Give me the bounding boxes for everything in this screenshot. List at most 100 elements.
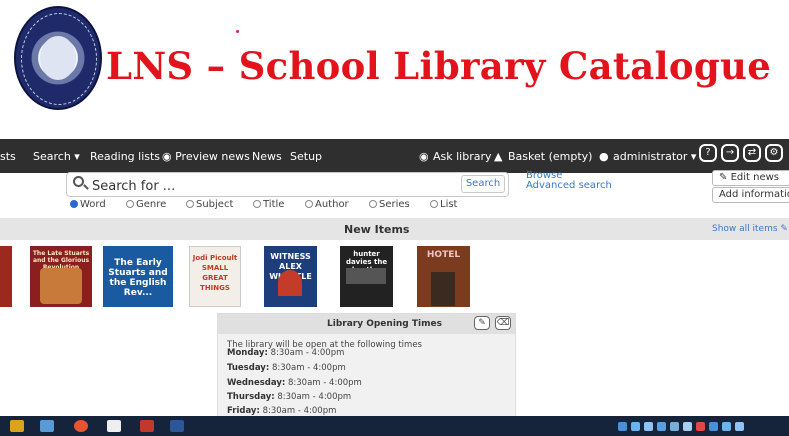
radio-label: Genre <box>136 199 167 210</box>
book-cover[interactable]: WITNESS ALEX WHEATLE <box>264 246 317 307</box>
tray-icon[interactable] <box>631 422 640 431</box>
radio-off-icon <box>369 200 377 208</box>
tray-icon[interactable] <box>709 422 718 431</box>
accessibility-icon[interactable]: ⚙ <box>765 144 783 162</box>
day-label: Monday: <box>227 348 268 358</box>
radio-label: Word <box>80 199 106 210</box>
radio-label: Series <box>379 199 410 210</box>
logo-emblem <box>40 36 76 80</box>
radio-off-icon <box>253 200 261 208</box>
file-explorer-icon[interactable] <box>10 420 24 432</box>
cover-art <box>346 268 386 284</box>
radio-genre[interactable]: Genre <box>126 199 166 210</box>
radio-series[interactable]: Series <box>369 199 410 210</box>
nav-item-lists[interactable]: sts <box>0 150 16 163</box>
show-all-label: Show all items <box>712 224 778 234</box>
user-icon: ● <box>599 150 609 163</box>
book-cover[interactable]: Jodi Picoult SMALL GREAT THINGS <box>189 246 241 307</box>
day-label: Tuesday: <box>227 363 270 373</box>
radio-label: Subject <box>196 199 234 210</box>
pencil-icon[interactable]: ✎ <box>474 316 490 330</box>
book-cover-title: The Early Stuarts and the English Rev... <box>108 258 168 298</box>
radio-label: List <box>440 199 458 210</box>
tray-icon[interactable] <box>644 422 653 431</box>
switch-icon[interactable]: ⇄ <box>743 144 761 162</box>
radio-on-icon <box>70 200 78 208</box>
nav-item-reading-lists[interactable]: Reading lists <box>90 150 160 163</box>
radio-label: Title <box>263 199 285 210</box>
help-icon[interactable]: ? <box>699 144 717 162</box>
search-input[interactable] <box>90 176 454 196</box>
nav-ask-library[interactable]: Ask library <box>433 150 492 163</box>
book-cover-title: Jodi Picoult SMALL GREAT THINGS <box>192 254 238 292</box>
wifi-icon[interactable] <box>722 422 731 431</box>
opening-day-thursday: Thursday: 8:30am - 4:00pm <box>227 392 351 402</box>
search-icon <box>73 176 84 187</box>
day-label: Wednesday: <box>227 378 286 388</box>
book-cover-title: HOTEL <box>426 250 461 260</box>
radio-label: Author <box>315 199 349 210</box>
book-cover[interactable]: HOTEL <box>417 246 470 307</box>
radio-off-icon <box>186 200 194 208</box>
radio-off-icon <box>305 200 313 208</box>
add-information-button[interactable]: Add informatio <box>712 187 789 203</box>
day-hours: 8:30am - 4:00pm <box>270 348 345 358</box>
login-icon[interactable]: → <box>721 144 739 162</box>
show-all-link[interactable]: Show all items ✎ <box>712 224 788 234</box>
new-items-heading: New Items <box>344 223 410 236</box>
book-cover[interactable]: hunter davies the beatles <box>340 246 393 307</box>
nav-basket[interactable]: Basket (empty) <box>508 150 592 163</box>
chrome-icon[interactable] <box>74 420 88 432</box>
day-hours: 8:30am - 4:00pm <box>271 363 346 373</box>
radio-subject[interactable]: Subject <box>186 199 233 210</box>
opening-times-title: Library Opening Times <box>327 319 442 329</box>
word-icon[interactable] <box>170 420 184 432</box>
opening-day-friday: Friday: 8:30am - 4:00pm <box>227 406 336 416</box>
nav-item-preview-news[interactable]: ◉ Preview news <box>162 150 250 163</box>
nav-item-setup[interactable]: Setup <box>290 150 322 163</box>
day-hours: 8:30am - 4:00pm <box>277 392 352 402</box>
tray-icon[interactable] <box>618 422 627 431</box>
tray-icon[interactable] <box>670 422 679 431</box>
trash-icon[interactable]: ⌫ <box>495 316 511 330</box>
day-label: Thursday: <box>227 392 275 402</box>
advanced-search-link[interactable]: Advanced search <box>526 180 612 191</box>
radio-title[interactable]: Title <box>253 199 284 210</box>
nav-item-news[interactable]: News <box>252 150 282 163</box>
page: LNS – School Library Catalogue sts Searc… <box>0 0 789 436</box>
tray-icon[interactable] <box>683 422 692 431</box>
pencil-icon: ✎ <box>780 224 788 234</box>
radio-word[interactable]: Word <box>70 199 106 210</box>
cover-art <box>431 272 455 306</box>
day-label: Friday: <box>227 406 260 416</box>
radio-author[interactable]: Author <box>305 199 349 210</box>
day-hours: 8:30am - 4:00pm <box>288 378 362 388</box>
nav-user-menu[interactable]: administrator ▾ <box>613 150 696 163</box>
opening-day-monday: Monday: 8:30am - 4:00pm <box>227 348 344 358</box>
radio-list[interactable]: List <box>430 199 457 210</box>
day-hours: 8:30am - 4:00pm <box>262 406 337 416</box>
book-cover[interactable]: The Early Stuarts and the English Rev... <box>103 246 173 307</box>
nav-item-search[interactable]: Search ▾ <box>33 150 80 163</box>
opening-day-tuesday: Tuesday: 8:30am - 4:00pm <box>227 363 346 373</box>
app-icon[interactable] <box>40 420 54 432</box>
tray-icon[interactable] <box>696 422 705 431</box>
pencil-icon: ✎ <box>719 172 731 183</box>
tray-icon[interactable] <box>657 422 666 431</box>
search-button[interactable]: Search <box>461 175 505 193</box>
volume-icon[interactable] <box>735 422 744 431</box>
decor-dot <box>236 30 239 33</box>
app-icon[interactable] <box>107 420 121 432</box>
edit-news-label: Edit news <box>730 172 779 183</box>
app-icon[interactable] <box>140 420 154 432</box>
school-logo <box>14 6 102 110</box>
book-cover-partial[interactable] <box>0 246 12 307</box>
ask-library-icon: ◉ <box>419 150 429 163</box>
top-nav: sts Search ▾ Reading lists ◉ Preview new… <box>0 139 789 173</box>
radio-off-icon <box>430 200 438 208</box>
edit-news-button[interactable]: ✎ Edit news <box>712 170 789 186</box>
cover-art <box>40 268 82 304</box>
book-cover[interactable]: The Late Stuarts and the Glorious Revolu… <box>30 246 92 307</box>
opening-day-wednesday: Wednesday: 8:30am - 4:00pm <box>227 378 362 388</box>
basket-icon: ▲ <box>494 150 503 163</box>
